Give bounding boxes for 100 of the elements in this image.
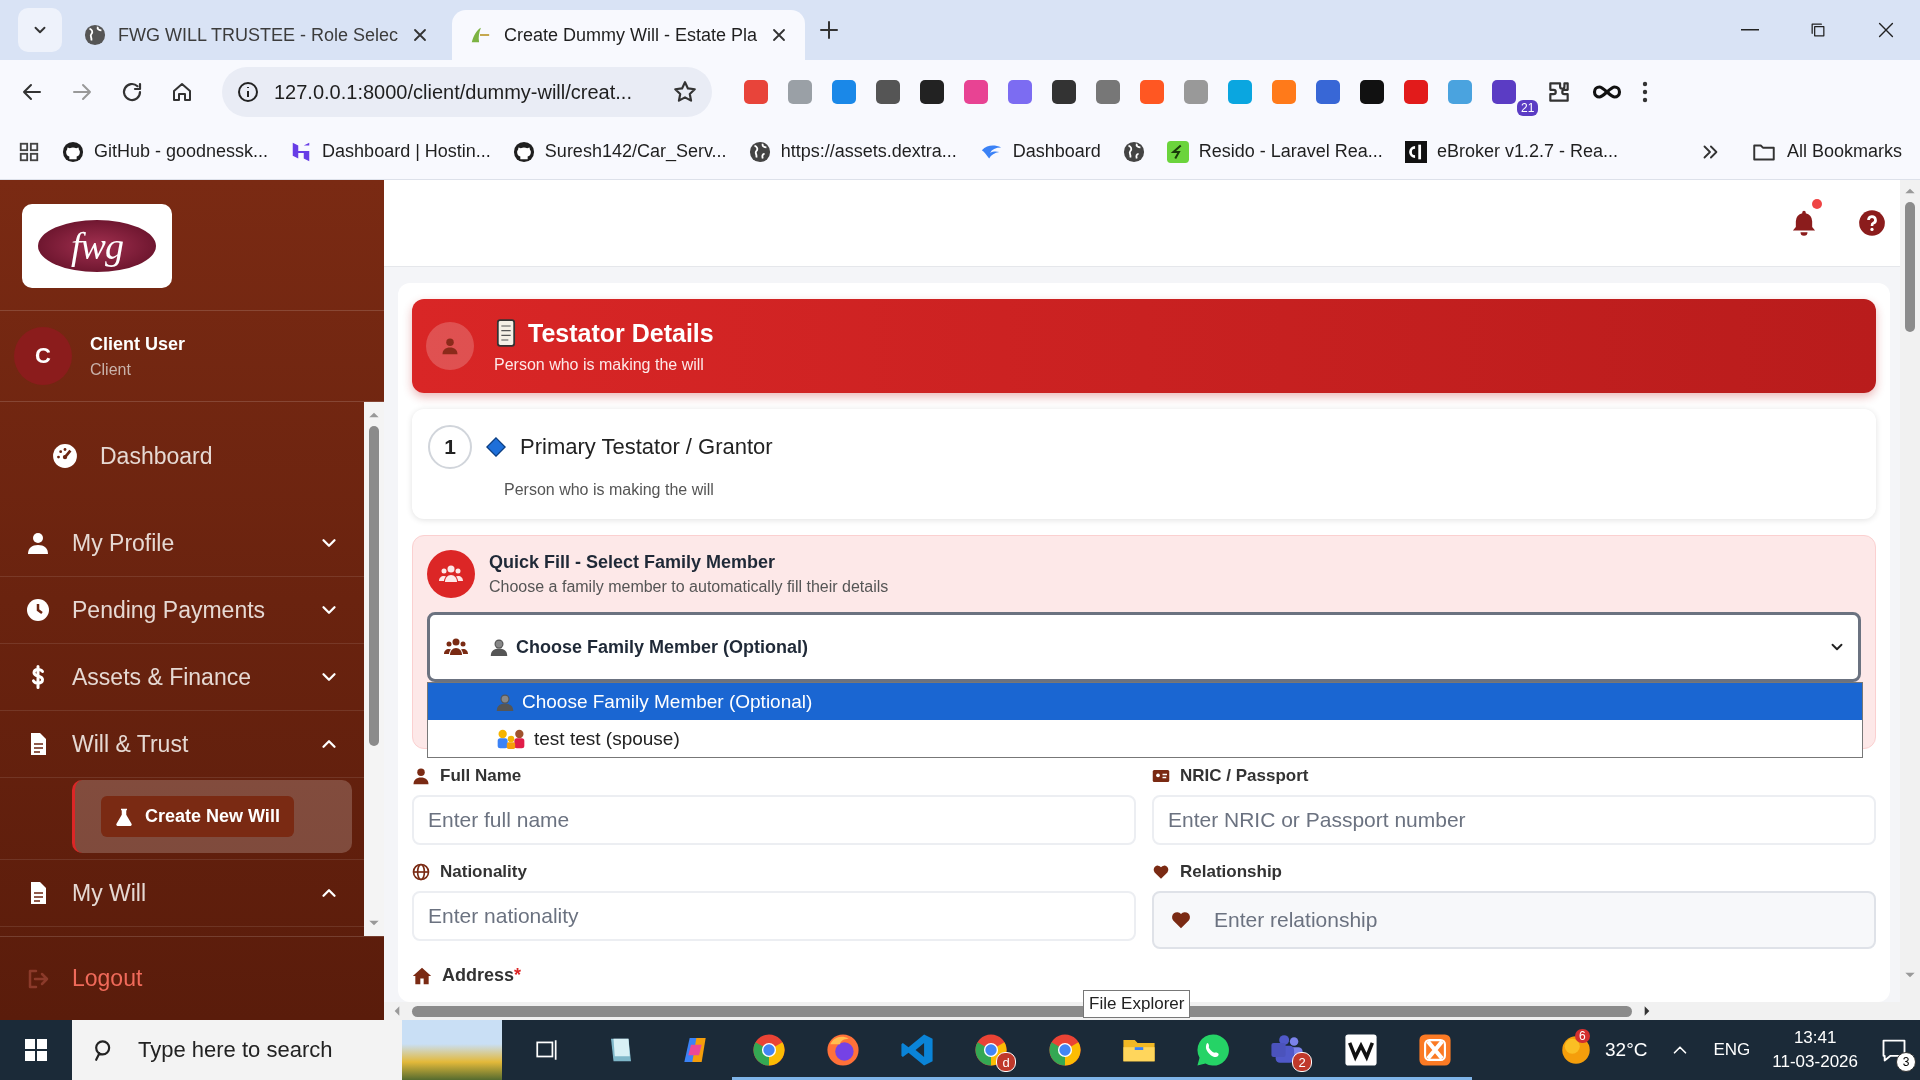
minimize-icon <box>1741 29 1759 31</box>
bookmark-link[interactable]: https://assets.dextra... <box>748 140 957 163</box>
more-menu-icon[interactable] <box>1642 80 1648 104</box>
person-icon <box>26 531 50 555</box>
nav-item[interactable]: My Will <box>0 860 364 927</box>
field-label: Address* <box>442 965 522 986</box>
puzzle-icon[interactable] <box>1546 79 1572 105</box>
extension-badge: 21 <box>1517 100 1539 116</box>
clock-time[interactable]: 13:41 <box>1772 1026 1858 1050</box>
tooltip: File Explorer <box>1083 990 1191 1018</box>
search-input[interactable]: Type here to search <box>136 1036 386 1064</box>
browser-tab[interactable]: FWG WILL TRUSTEE - Role Selec <box>68 10 447 60</box>
bookmark-link[interactable]: Resido - Laravel Rea... <box>1166 140 1383 163</box>
app-badge: 2 <box>1292 1052 1312 1072</box>
scrollbar[interactable] <box>1900 180 1920 1002</box>
chat-icon[interactable] <box>1196 1033 1230 1067</box>
app-badge: d <box>996 1052 1016 1072</box>
input-field[interactable]: Enter NRIC or Passport number <box>1152 795 1876 845</box>
clock-date[interactable]: 11-03-2026 <box>1772 1050 1858 1074</box>
flask-icon <box>115 807 133 826</box>
bookmark-link[interactable]: GitHub - goodnessk... <box>62 140 269 163</box>
dropdown-option[interactable]: Choose Family Member (Optional) <box>428 683 1862 720</box>
family-member-select[interactable]: Choose Family Member (Optional) <box>427 612 1861 682</box>
extension-icon[interactable] <box>920 80 944 104</box>
section-subtitle: Person who is making the will <box>494 355 705 374</box>
home-icon <box>170 80 194 104</box>
bookmark-link[interactable]: Suresh142/Car_Serv... <box>512 140 727 163</box>
field-label: Nationality <box>440 862 527 882</box>
scroll-thumb[interactable] <box>1905 202 1915 332</box>
field-label: NRIC / Passport <box>1180 766 1309 786</box>
scroll-icon <box>494 319 518 347</box>
url-text: 127.0.0.1:8000/client/dummy-will/creat... <box>274 80 633 104</box>
person-icon <box>441 337 459 355</box>
bookmark-link[interactable]: eBroker v1.2.7 - Rea... <box>1404 140 1618 163</box>
language-indicator[interactable]: ENG <box>1713 1040 1751 1060</box>
extension-icon[interactable] <box>1492 80 1516 104</box>
id-card-icon <box>1152 767 1170 785</box>
all-bookmarks-button[interactable]: All Bookmarks <box>1750 138 1902 165</box>
info-icon[interactable] <box>236 80 260 104</box>
taskbar-app[interactable]: d <box>954 1020 1028 1080</box>
browser-tab[interactable]: Create Dummy Will - Estate Pla <box>452 10 806 60</box>
address-bar[interactable]: 127.0.0.1:8000/client/dummy-will/creat... <box>222 67 712 117</box>
step-number: 1 <box>428 425 472 469</box>
gauge-icon <box>52 443 78 469</box>
bookmark-link[interactable]: Dashboard | Hostin... <box>290 140 491 163</box>
nav-item[interactable]: My Profile <box>0 510 364 577</box>
card-title: Primary Testator / Grantor <box>520 434 773 460</box>
create-new-will-link[interactable]: Create New Will <box>101 796 294 837</box>
firefox-icon[interactable] <box>826 1033 860 1067</box>
nav-item[interactable]: Will & Trust <box>0 711 364 778</box>
scrollbar[interactable] <box>364 402 384 936</box>
apps-grid-icon[interactable] <box>18 140 40 163</box>
globe-icon <box>1122 140 1145 163</box>
extension-icon[interactable] <box>1360 80 1384 104</box>
square-logo-icon <box>1404 140 1427 163</box>
family-icon <box>496 728 526 749</box>
nav-item[interactable]: Pending Payments <box>0 577 364 644</box>
star-icon[interactable] <box>672 79 698 105</box>
user-name: Client User <box>90 333 186 355</box>
zigzag-logo-icon[interactable] <box>1344 1033 1378 1067</box>
taskbar-search-box[interactable]: Type here to search <box>72 1020 502 1080</box>
notification-count: 3 <box>1896 1052 1916 1072</box>
section-title: Testator Details <box>528 318 714 348</box>
heart-icon <box>1170 909 1192 931</box>
temperature-text: 32°C <box>1605 1039 1648 1061</box>
card-subtitle: Person who is making the will <box>504 481 715 499</box>
input-field[interactable]: Enter nationality <box>412 891 1136 941</box>
person-icon <box>490 638 508 656</box>
globe-icon <box>84 24 106 46</box>
browser-icon[interactable] <box>1048 1033 1082 1067</box>
bookmark-button[interactable] <box>1122 140 1145 163</box>
input-field[interactable]: Enter full name <box>412 795 1136 845</box>
weather-badge: 6 <box>1575 1029 1590 1043</box>
field-label: Relationship <box>1180 862 1282 882</box>
notifications-button[interactable] <box>1790 209 1818 237</box>
leaf-icon <box>1166 140 1189 163</box>
task-view-icon[interactable] <box>534 1037 560 1063</box>
taskbar-app[interactable]: 2 <box>1250 1020 1324 1080</box>
code-editor-icon[interactable] <box>900 1033 934 1067</box>
input-field[interactable]: Enter relationship <box>1152 891 1876 949</box>
browser-icon[interactable] <box>752 1033 786 1067</box>
bookmark-link[interactable]: Dashboard <box>978 140 1101 163</box>
extension-icon[interactable] <box>876 80 900 104</box>
diamond-icon <box>486 437 506 457</box>
bell-icon <box>1790 209 1818 237</box>
field-label: Full Name <box>440 766 522 786</box>
user-role: Client <box>90 360 132 379</box>
extension-icon[interactable] <box>1052 80 1076 104</box>
github-icon <box>512 140 535 163</box>
help-button[interactable] <box>1858 209 1886 237</box>
person-icon <box>412 767 430 785</box>
panel-title: Quick Fill - Select Family Member <box>489 552 777 573</box>
scroll-thumb[interactable] <box>369 426 379 746</box>
person-icon <box>496 692 514 711</box>
nav-item[interactable]: Dashboard <box>0 402 364 510</box>
reload-icon <box>120 80 144 104</box>
logo-text: fwg <box>38 220 156 272</box>
windows-logo-icon[interactable] <box>24 1038 48 1062</box>
avatar-circle: C <box>14 327 72 385</box>
cross-logo-icon[interactable] <box>1418 1033 1452 1067</box>
